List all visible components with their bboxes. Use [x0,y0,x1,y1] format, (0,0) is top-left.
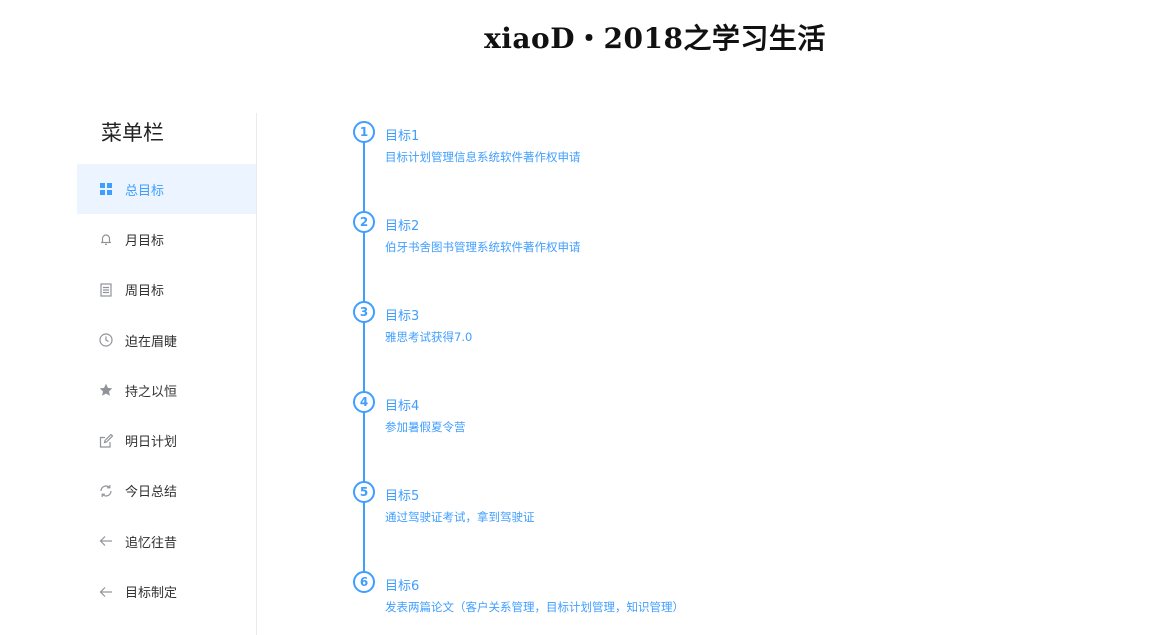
sidebar-item-label: 目标制定 [125,586,178,602]
sidebar-item-recollection[interactable]: 追忆往昔 [77,516,256,566]
grid-icon [98,181,114,197]
page: xiaoD・2018之学习生活 菜单栏 总目标 月目标 周目标 迫在眉睫 持之以… [0,0,1160,635]
clock-icon [98,332,114,348]
arrow-left-icon [98,584,114,600]
timeline-item-title: 目标3 [385,309,420,324]
timeline-item: 3 目标3 雅思考试获得7.0 [353,301,953,344]
timeline-item: 6 目标6 发表两篇论文（客户关系管理，目标计划管理，知识管理） [353,571,953,614]
sidebar-item-label: 月目标 [125,233,165,249]
timeline-item: 4 目标4 参加暑假夏令营 [353,391,953,434]
timeline-line [363,132,365,592]
sidebar-item-label: 追忆往昔 [125,535,178,551]
timeline-item-description: 参加暑假夏令营 [385,420,466,434]
sidebar-item-label: 总目标 [125,183,165,199]
document-icon [98,282,114,298]
timeline-step-badge: 6 [353,571,375,593]
timeline-item-title: 目标6 [385,579,420,594]
timeline-item: 2 目标2 伯牙书舍图书管理系统软件著作权申请 [353,211,953,254]
sidebar-item-persistence[interactable]: 持之以恒 [77,365,256,415]
refresh-icon [98,483,114,499]
timeline-item: 5 目标5 通过驾驶证考试，拿到驾驶证 [353,481,953,524]
timeline-step-badge: 3 [353,301,375,323]
sidebar-item-label: 明日计划 [125,435,178,451]
star-icon [98,382,114,398]
menu-list: 总目标 月目标 周目标 迫在眉睫 持之以恒 明日计划 今日总结 追忆往昔 目标制… [77,164,256,617]
timeline-step-badge: 1 [353,121,375,143]
sidebar-item-overall-goals[interactable]: 总目标 [77,164,256,215]
timeline-step-badge: 5 [353,481,375,503]
timeline-item-title: 目标4 [385,399,420,414]
timeline-step-badge: 2 [353,211,375,233]
timeline-item-title: 目标5 [385,489,420,504]
timeline-item-title: 目标1 [385,129,420,144]
timeline-item-description: 雅思考试获得7.0 [385,330,473,344]
timeline-step-badge: 4 [353,391,375,413]
timeline-item-description: 目标计划管理信息系统软件著作权申请 [385,150,581,164]
sidebar-item-urgent[interactable]: 迫在眉睫 [77,315,256,365]
sidebar-item-label: 持之以恒 [125,384,178,400]
page-title: xiaoD・2018之学习生活 [484,22,826,55]
sidebar-item-weekly-goals[interactable]: 周目标 [77,265,256,315]
timeline-item-description: 通过驾驶证考试，拿到驾驶证 [385,510,535,524]
sidebar-item-label: 迫在眉睫 [125,334,178,350]
arrow-left-icon [98,533,114,549]
sidebar-item-goal-setting[interactable]: 目标制定 [77,566,256,616]
timeline-item-description: 发表两篇论文（客户关系管理，目标计划管理，知识管理） [385,600,684,614]
timeline-item: 1 目标1 目标计划管理信息系统软件著作权申请 [353,121,953,164]
bell-icon [98,231,114,247]
sidebar-item-monthly-goals[interactable]: 月目标 [77,214,256,264]
sidebar-item-tomorrow-plan[interactable]: 明日计划 [77,415,256,465]
sidebar-item-label: 今日总结 [125,485,178,501]
sidebar-item-today-summary[interactable]: 今日总结 [77,466,256,516]
sidebar-menu: 菜单栏 总目标 月目标 周目标 迫在眉睫 持之以恒 明日计划 今日总结 追忆往昔… [77,113,257,635]
timeline-item-title: 目标2 [385,219,420,234]
edit-icon [98,433,114,449]
sidebar-item-label: 周目标 [125,284,165,300]
menu-title: 菜单栏 [101,121,164,145]
timeline-item-description: 伯牙书舍图书管理系统软件著作权申请 [385,240,581,254]
